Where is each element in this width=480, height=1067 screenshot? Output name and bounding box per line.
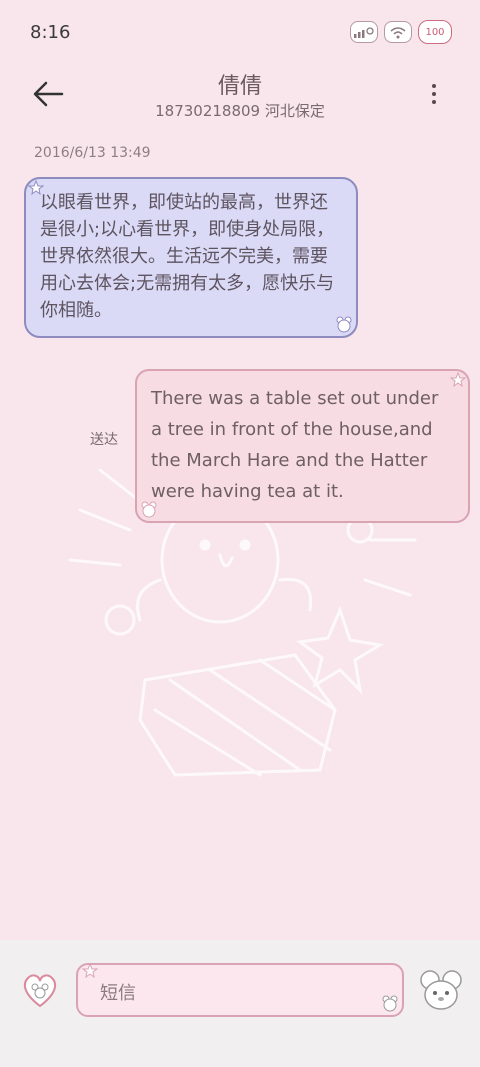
mouse-face-send-icon[interactable] [418, 968, 464, 1012]
star-deco-icon [28, 180, 44, 196]
status-time: 8:16 [30, 22, 71, 43]
message-timestamp: 2016/6/13 13:49 [34, 145, 151, 161]
outgoing-message-text: There was a table set out under a tree i… [151, 388, 439, 502]
conversation-header: 倩倩 18730218809 河北保定 [0, 64, 480, 134]
signal-icon [350, 21, 378, 43]
battery-icon: 100 [418, 20, 452, 44]
wifi-icon [384, 21, 412, 43]
star-deco-icon [82, 963, 98, 979]
contact-name: 倩倩 [217, 74, 262, 99]
sms-input[interactable]: 短信 [76, 963, 404, 1017]
incoming-message-bubble[interactable]: 以眼看世界，即使站的最高，世界还是很小;以心看世界，即使身处局限，世界依然很大。… [24, 177, 358, 338]
mouse-deco-icon [382, 995, 398, 1012]
status-bar: 8:16 100 [0, 0, 480, 64]
mouse-deco-icon [336, 316, 352, 333]
sms-input-placeholder: 短信 [100, 983, 136, 1004]
incoming-message-text: 以眼看世界，即使站的最高，世界还是很小;以心看世界，即使身处局限，世界依然很大。… [40, 192, 335, 321]
more-vertical-icon[interactable] [428, 80, 440, 110]
outgoing-message-bubble[interactable]: There was a table set out under a tree i… [135, 369, 470, 523]
delivery-status: 送达 [90, 432, 118, 448]
status-icons: 100 [350, 20, 452, 44]
mouse-deco-icon [141, 501, 157, 518]
star-deco-icon [450, 372, 466, 388]
heart-mouse-sticker-icon[interactable] [20, 970, 60, 1010]
battery-level: 100 [425, 26, 445, 38]
contact-info: 18730218809 河北保定 [155, 102, 325, 120]
